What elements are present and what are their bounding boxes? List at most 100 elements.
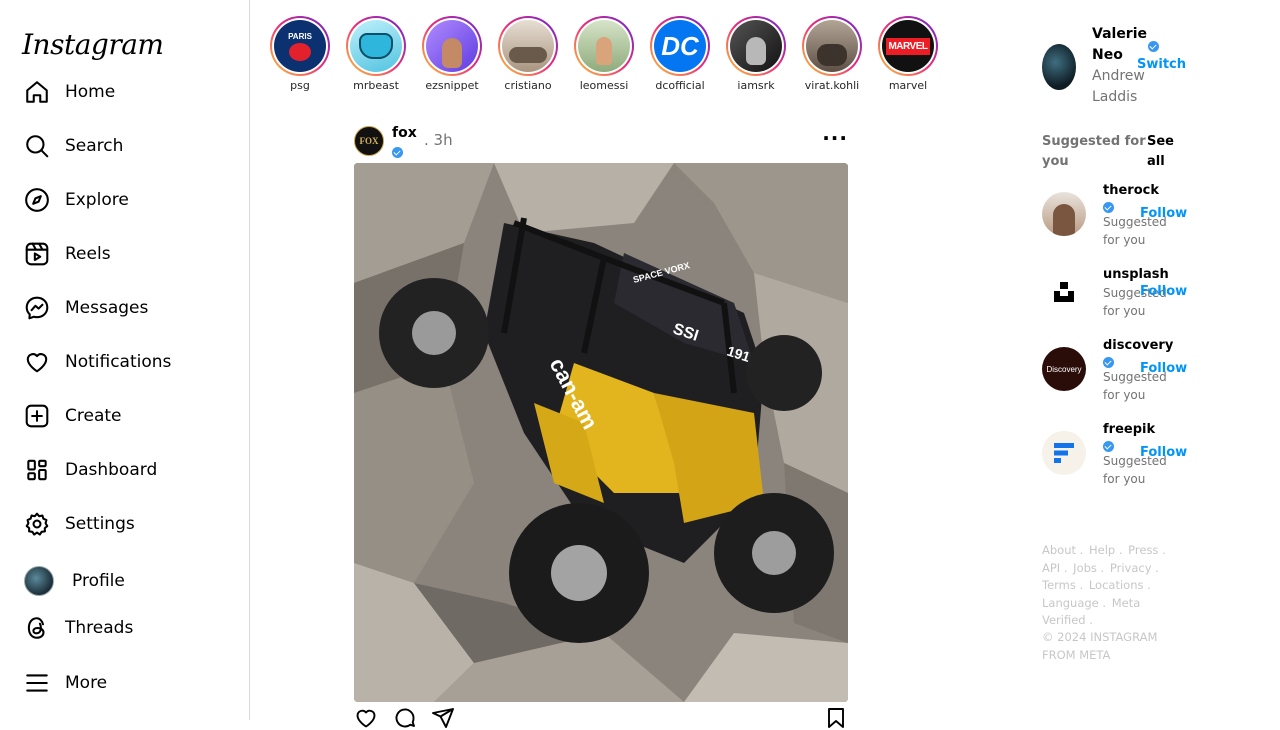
story-name: mrbeast — [353, 79, 399, 92]
nav-label: Reels — [65, 244, 111, 264]
plus-square-icon — [24, 403, 50, 429]
footer-link-terms[interactable]: Terms . — [1042, 578, 1083, 592]
story-avatar — [502, 20, 554, 72]
story-avatar: DC — [654, 20, 706, 72]
suggestion-avatar[interactable] — [1042, 270, 1086, 314]
follow-button[interactable]: Follow — [1140, 206, 1187, 221]
nav-home[interactable]: Home — [24, 72, 115, 112]
nav-label: More — [65, 673, 108, 693]
suggestion-username[interactable]: unsplash — [1103, 267, 1169, 282]
story-mrbeast[interactable]: mrbeast — [338, 16, 414, 92]
current-user-fullname: Andrew Laddis — [1092, 68, 1145, 105]
avatar — [24, 566, 54, 596]
story-cristiano[interactable]: cristiano — [490, 16, 566, 92]
story-iamsrk[interactable]: iamsrk — [718, 16, 794, 92]
suggestion-username[interactable]: freepik — [1103, 422, 1155, 437]
footer-link-language[interactable]: Language . — [1042, 596, 1106, 610]
footer-link-privacy[interactable]: Privacy . — [1110, 561, 1159, 575]
post-image[interactable]: can-am SSI 191 SPACE VORX — [354, 163, 848, 702]
nav-threads[interactable]: Threads — [24, 608, 133, 648]
nav-dashboard[interactable]: Dashboard — [24, 450, 157, 490]
post-username[interactable]: fox — [392, 125, 417, 141]
nav-messages[interactable]: Messages — [24, 288, 148, 328]
home-icon — [24, 79, 50, 105]
nav-create[interactable]: Create — [24, 396, 122, 436]
story-virat-kohli[interactable]: virat.kohli — [794, 16, 870, 92]
story-avatar — [426, 20, 478, 72]
story-dcofficial[interactable]: DC dcofficial — [642, 16, 718, 92]
suggestion-avatar[interactable] — [1042, 431, 1086, 475]
verified-badge-icon — [1103, 202, 1114, 213]
suggestions-title: Suggested for you — [1042, 134, 1146, 169]
suggestion-avatar-text: Discovery — [1046, 364, 1082, 374]
switch-button[interactable]: Switch — [1137, 57, 1186, 72]
story-name: virat.kohli — [804, 79, 860, 92]
suggestion-username[interactable]: discovery — [1103, 338, 1173, 353]
compass-icon — [24, 187, 50, 213]
footer-link-press[interactable]: Press . — [1128, 543, 1166, 557]
story-avatar — [806, 20, 858, 72]
nav-label: Threads — [65, 618, 134, 638]
suggestion-item: freepik Suggested for you Follow — [1042, 422, 1192, 492]
nav-label: Dashboard — [65, 460, 158, 480]
story-avatar-text: DC — [661, 30, 699, 61]
comment-icon[interactable] — [393, 706, 417, 730]
story-leomessi[interactable]: leomessi — [566, 16, 642, 92]
current-user-avatar[interactable] — [1042, 44, 1076, 90]
verified-badge-icon — [392, 147, 403, 158]
post-actions — [354, 704, 848, 728]
instagram-logo[interactable]: Instagram — [22, 28, 164, 61]
search-icon — [24, 133, 50, 159]
verified-badge-icon — [1103, 357, 1114, 368]
story-avatar-text: PARIS — [288, 31, 312, 41]
footer-links: About . Help . Press . API . Jobs . Priv… — [1042, 542, 1182, 630]
nav-label: Home — [65, 82, 116, 102]
footer-link-about[interactable]: About . — [1042, 543, 1083, 557]
post-avatar[interactable]: FOX — [354, 126, 384, 156]
nav-profile[interactable]: Profile — [24, 561, 125, 601]
nav-more[interactable]: More — [24, 663, 107, 703]
stories-bar: PARIS psg mrbeast ezsnippet cristiano le… — [262, 16, 946, 92]
nav-label: Create — [65, 406, 122, 426]
nav-label: Explore — [65, 190, 129, 210]
story-avatar — [578, 20, 630, 72]
nav-notifications[interactable]: Notifications — [24, 342, 171, 382]
suggestion-username[interactable]: therock — [1103, 183, 1159, 198]
footer-link-locations[interactable]: Locations . — [1089, 578, 1151, 592]
heart-icon — [24, 349, 50, 375]
story-ezsnippet[interactable]: ezsnippet — [414, 16, 490, 92]
nav-settings[interactable]: Settings — [24, 504, 135, 544]
nav-label: Messages — [65, 298, 149, 318]
suggestion-avatar[interactable]: Discovery — [1042, 347, 1086, 391]
more-options-icon[interactable]: ··· — [822, 126, 848, 150]
nav-search[interactable]: Search — [24, 126, 123, 166]
story-name: marvel — [888, 79, 928, 92]
story-name: leomessi — [579, 79, 629, 92]
menu-icon — [24, 670, 50, 696]
suggestion-avatar[interactable] — [1042, 192, 1086, 236]
like-heart-icon[interactable] — [354, 706, 378, 730]
bookmark-icon[interactable] — [824, 706, 848, 730]
follow-button[interactable]: Follow — [1140, 361, 1187, 376]
footer-link-jobs[interactable]: Jobs . — [1073, 561, 1104, 575]
reels-icon — [24, 241, 50, 267]
post-photo: can-am SSI 191 SPACE VORX — [354, 163, 848, 702]
story-avatar: MARVEL — [882, 20, 934, 72]
story-psg[interactable]: PARIS psg — [262, 16, 338, 92]
share-icon[interactable] — [431, 706, 455, 730]
nav-reels[interactable]: Reels — [24, 234, 111, 274]
see-all-link[interactable]: See all — [1147, 132, 1187, 172]
footer-link-help[interactable]: Help . — [1089, 543, 1123, 557]
verified-badge-icon — [1148, 41, 1159, 52]
follow-button[interactable]: Follow — [1140, 445, 1187, 460]
follow-button[interactable]: Follow — [1140, 284, 1187, 299]
suggestion-item: therock Suggested for you Follow — [1042, 183, 1192, 253]
story-name: iamsrk — [737, 79, 775, 92]
nav-explore[interactable]: Explore — [24, 180, 129, 220]
nav-label: Notifications — [65, 352, 172, 372]
story-avatar — [350, 20, 402, 72]
footer-link-api[interactable]: API . — [1042, 561, 1068, 575]
story-name: ezsnippet — [425, 79, 479, 92]
story-marvel[interactable]: MARVEL marvel — [870, 16, 946, 92]
copyright: © 2024 INSTAGRAM FROM META — [1042, 630, 1158, 662]
